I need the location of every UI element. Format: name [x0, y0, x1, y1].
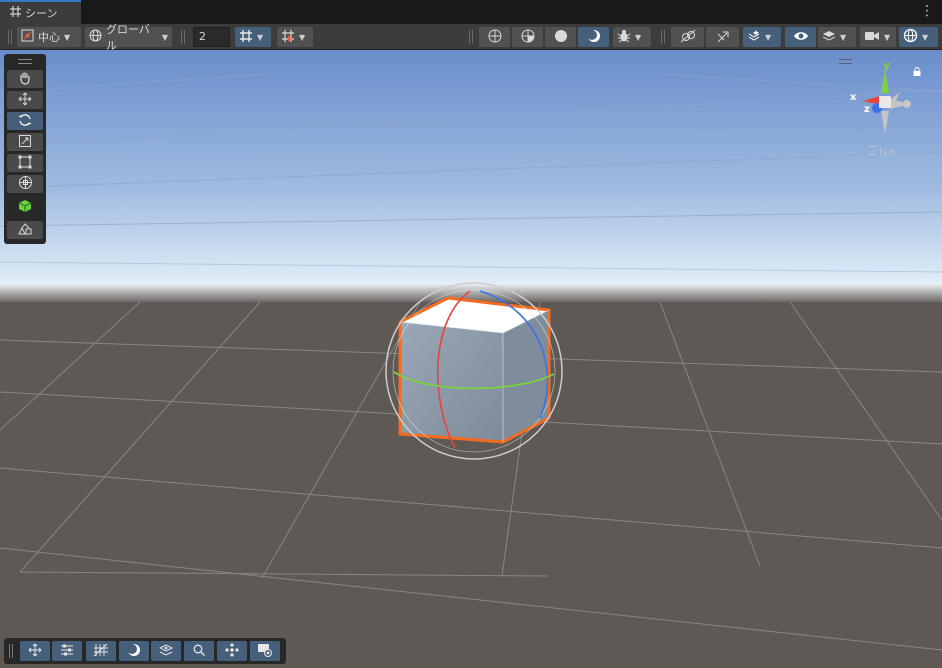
y-axis-cone[interactable] — [881, 70, 889, 93]
skybox — [0, 50, 942, 302]
tab-scene[interactable]: シーン — [0, 0, 81, 24]
shading-shaded-wireframe-button[interactable] — [512, 27, 543, 47]
scene-toolbar: 中心 ▼ グローバル ▼ 2 ▼ ▼ ▼ ▼ ▼ ▼ ▼ — [0, 23, 942, 52]
bug-icon — [617, 29, 631, 46]
pivot-label: 中心 — [38, 31, 60, 44]
rect-tool-button[interactable] — [7, 154, 43, 172]
grid-hash-icon — [10, 6, 21, 20]
tool-settings-button[interactable] — [52, 641, 82, 661]
gizmos-dropdown-button[interactable]: ▼ — [899, 27, 938, 47]
unlit-sphere-icon — [586, 29, 601, 46]
chevron-down-icon: ▼ — [257, 32, 264, 42]
move-arrows-icon — [18, 92, 32, 109]
chevron-down-icon: ▼ — [635, 32, 642, 42]
shading-shaded-button[interactable] — [545, 27, 576, 47]
toolbar-grip[interactable] — [661, 30, 665, 44]
nav-dots-icon — [225, 642, 239, 660]
effects-dropdown-button[interactable]: ▼ — [743, 27, 781, 47]
pivot-center-icon — [21, 29, 34, 45]
gizmo-globe-icon — [903, 28, 918, 46]
rect-transform-icon — [18, 155, 32, 172]
more-menu-icon[interactable]: ⋮ — [920, 4, 934, 18]
overlay-drag-handle[interactable] — [18, 59, 32, 64]
debug-draw-mode-button[interactable]: ▼ — [613, 27, 651, 47]
camera-preview-overlay-button[interactable] — [250, 641, 280, 661]
layers-icon — [822, 30, 836, 45]
transform-globe-icon — [18, 175, 33, 193]
projection-toggle[interactable]: Iso — [868, 146, 895, 159]
pivot-dropdown[interactable]: 中心 ▼ — [17, 27, 81, 47]
move-tool-button[interactable] — [7, 91, 43, 109]
view-tool-button[interactable] — [7, 70, 43, 88]
space-label: グローバル — [106, 23, 150, 52]
toolbar-grip[interactable] — [469, 30, 473, 44]
gizmo-x-label: x — [850, 92, 857, 103]
custom-tool-button[interactable] — [7, 198, 43, 216]
search-overlay-button[interactable] — [184, 641, 214, 661]
grid-visibility-button[interactable]: ▼ — [235, 27, 271, 47]
hand-icon — [18, 71, 32, 88]
wireframe-sphere-icon — [488, 29, 502, 46]
tab-scene-label: シーン — [25, 7, 58, 20]
chevron-down-icon: ▼ — [64, 32, 71, 42]
2d-mode-button[interactable] — [671, 27, 704, 47]
scale-tool-button[interactable] — [7, 133, 43, 151]
grid-icon — [239, 29, 253, 46]
shaded-sphere-icon — [554, 29, 568, 46]
navigation-overlay-button[interactable] — [217, 641, 247, 661]
chevron-down-icon: ▼ — [299, 32, 306, 42]
layers-effects-icon — [747, 29, 761, 46]
grid-snapping-overlay-button[interactable] — [86, 641, 116, 661]
grid-snap-button[interactable]: ▼ — [277, 27, 313, 47]
scene-viewport[interactable] — [0, 50, 942, 668]
chevron-down-icon: ▼ — [161, 32, 168, 42]
globe-icon — [89, 29, 102, 45]
gizmo-z-label: z — [864, 104, 870, 115]
grid-snap-icon — [281, 29, 295, 46]
overlay-toolbar-bottom — [4, 638, 286, 664]
shading-unlit-button[interactable] — [578, 27, 609, 47]
moon-sphere-icon — [127, 643, 141, 660]
selected-cube[interactable] — [398, 296, 551, 444]
light-off-icon — [715, 29, 731, 46]
green-cube-icon — [18, 199, 32, 216]
move-arrows-icon — [28, 643, 42, 660]
chevron-down-icon: ▼ — [884, 32, 891, 42]
projection-label: Iso — [879, 146, 895, 159]
layers-dropdown-button[interactable]: ▼ — [818, 27, 856, 47]
rotate-icon — [18, 113, 32, 130]
camera-settings-button[interactable]: ▼ — [860, 27, 896, 47]
overlay-grip[interactable] — [9, 644, 13, 658]
lighting-toggle-button[interactable] — [706, 27, 739, 47]
transform-tool-button[interactable] — [7, 175, 43, 193]
move-overlay-button[interactable] — [20, 641, 50, 661]
iso-lines-icon — [868, 146, 877, 155]
tools-overlay — [4, 54, 46, 244]
toolbar-grip[interactable] — [8, 30, 12, 44]
editor-tools-button[interactable] — [7, 221, 43, 239]
eye-icon — [793, 30, 809, 45]
chevron-down-icon: ▼ — [840, 32, 847, 42]
2d-toggle-icon — [680, 29, 696, 46]
scene-visibility-button[interactable] — [785, 27, 816, 47]
chevron-down-icon: ▼ — [922, 32, 929, 42]
layers-overlay-button[interactable] — [151, 641, 181, 661]
chevron-down-icon: ▼ — [765, 32, 772, 42]
rotate-tool-button[interactable] — [7, 112, 43, 130]
search-icon — [192, 643, 206, 660]
gizmo-y-label: y — [883, 59, 891, 72]
toolbar-grip[interactable] — [181, 30, 185, 44]
shaded-wireframe-sphere-icon — [521, 29, 535, 46]
snap-increment-field[interactable]: 2 — [193, 27, 230, 47]
tools-shapes-icon — [17, 222, 33, 239]
camera-view-icon — [257, 643, 273, 660]
camera-icon — [864, 30, 880, 45]
stack-icon — [158, 643, 174, 660]
scale-icon — [18, 134, 32, 151]
lighting-overlay-button[interactable] — [119, 641, 149, 661]
grid-snapping-icon — [93, 643, 109, 660]
space-dropdown[interactable]: グローバル ▼ — [85, 23, 172, 52]
shading-wireframe-button[interactable] — [479, 27, 510, 47]
sliders-icon — [60, 643, 74, 660]
